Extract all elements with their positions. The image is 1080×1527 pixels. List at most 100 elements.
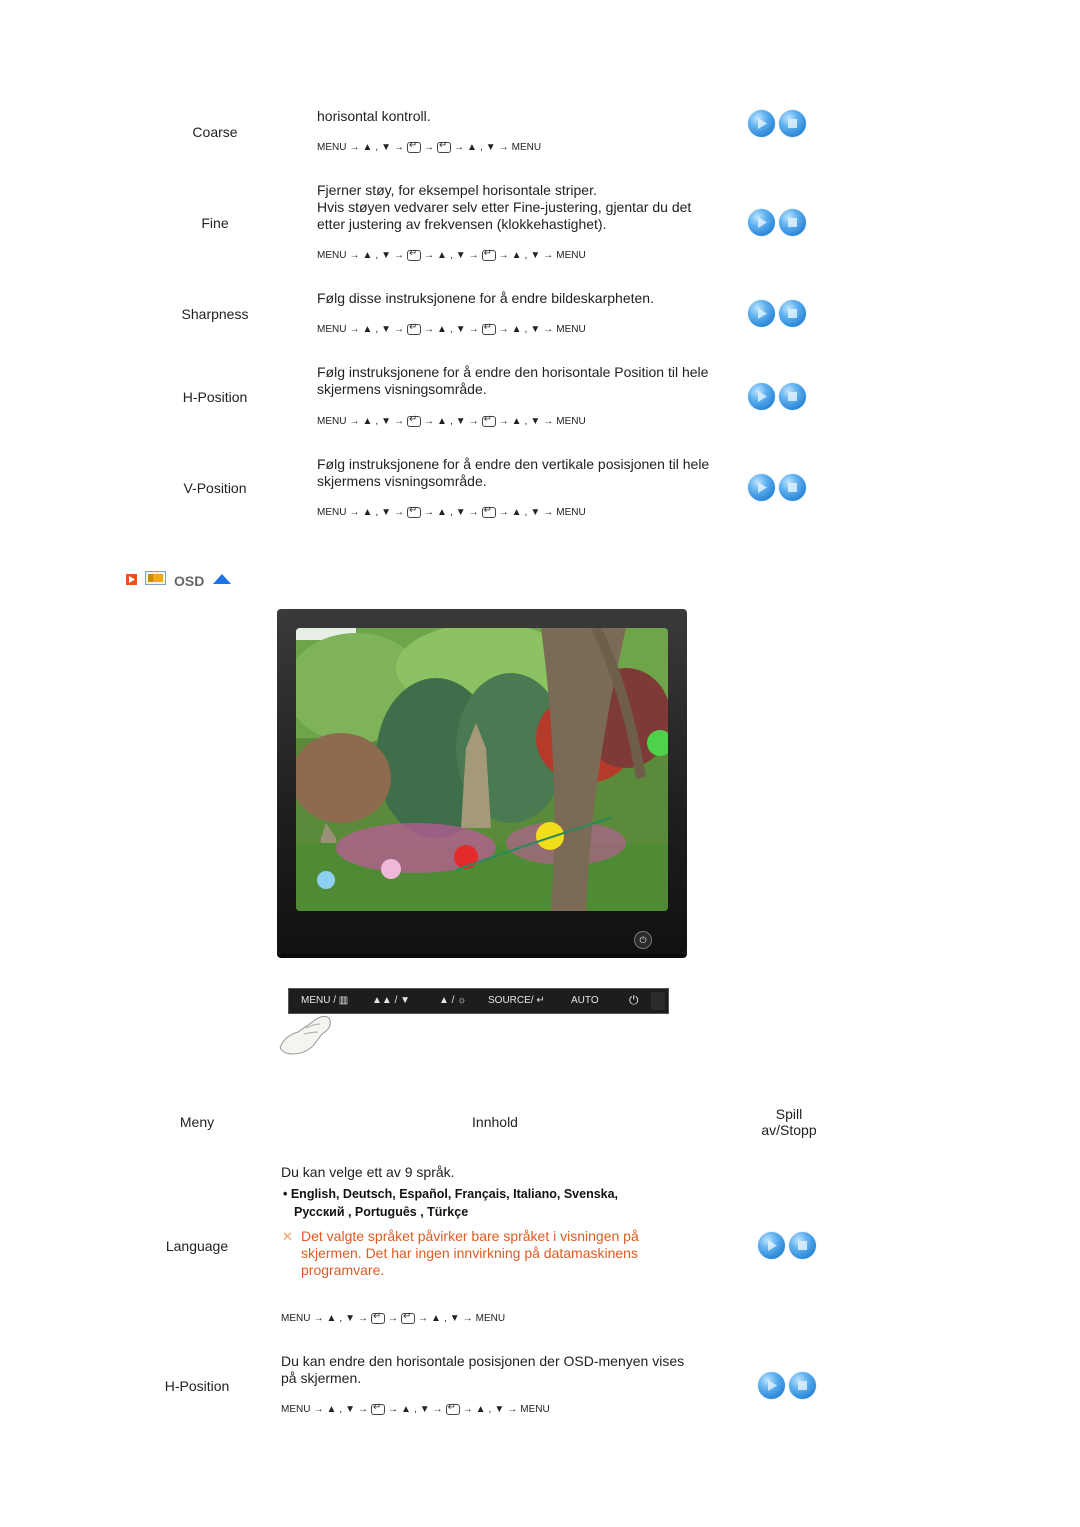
arrow-right-icon: → — [468, 250, 479, 261]
arrow-right-icon: → — [468, 507, 479, 518]
column-header-play-stop: Spill av/Stopp — [761, 1106, 817, 1138]
down-key-icon: ▼ — [381, 507, 392, 518]
stop-button[interactable] — [779, 383, 806, 410]
up-key-icon: ▲ — [326, 1404, 337, 1415]
play-button[interactable] — [748, 474, 775, 501]
arrow-right-icon: → — [432, 1404, 443, 1415]
stop-button[interactable] — [779, 474, 806, 501]
key-token: , — [449, 324, 453, 335]
up-key-icon: ▲ — [362, 250, 373, 261]
row-label-coarse: Coarse — [192, 124, 238, 140]
control-power-button[interactable]: ⏻ — [629, 993, 639, 1008]
key-token: , — [375, 416, 379, 427]
play-stop-buttons — [748, 300, 806, 327]
monitor-illustration: ⏻ — [277, 609, 687, 954]
row-label-h-position: H-Position — [182, 389, 248, 405]
osd-section-title: OSD — [174, 572, 205, 589]
arrow-right-icon: → — [462, 1313, 473, 1324]
arrow-right-icon: → — [349, 416, 360, 427]
arrow-right-icon: → — [349, 250, 360, 261]
language-list: • English, Deutsch, Español, Français, I… — [283, 1187, 619, 1219]
row-label-sharpness: Sharpness — [181, 306, 249, 322]
key-token: MENU — [475, 1313, 506, 1324]
enter-key-icon — [401, 1311, 416, 1324]
arrow-right-icon: → — [543, 507, 554, 518]
arrow-right-icon: → — [424, 507, 435, 518]
control-source-button[interactable]: SOURCE/ ↵ — [488, 995, 545, 1006]
row-desc-fine: Fjerner støy, for eksempel horisontale s… — [317, 182, 692, 232]
control-auto-button[interactable]: AUTO — [571, 995, 599, 1006]
enter-key-icon — [371, 1402, 386, 1415]
row-desc-osd-h-position: Du kan endre den horisontale posisjonen … — [281, 1353, 685, 1386]
enter-key-icon — [481, 248, 496, 261]
down-key-icon: ▼ — [381, 416, 392, 427]
control-up-brightness-button[interactable]: ▲ / ☼ — [439, 995, 466, 1006]
arrow-right-icon: → — [468, 416, 479, 427]
down-key-icon: ▼ — [530, 324, 541, 335]
up-key-icon: ▲ — [437, 250, 447, 261]
down-key-icon: ▼ — [455, 324, 466, 335]
play-button[interactable] — [748, 383, 775, 410]
monitor-screen-image — [296, 628, 668, 911]
key-sequence: MENU→▲,▼→→▲,▼→→▲,▼→MENU — [317, 414, 586, 427]
key-token: , — [524, 250, 528, 261]
arrow-right-icon: → — [498, 250, 509, 261]
play-button[interactable] — [748, 209, 775, 236]
arrow-right-icon: → — [498, 142, 509, 153]
row-desc-sharpness: Følg disse instruksjonene for å endre bi… — [317, 290, 654, 306]
down-key-icon: ▼ — [455, 507, 466, 518]
arrow-right-icon: → — [388, 1313, 399, 1324]
down-key-icon: ▼ — [455, 250, 466, 261]
language-note: ✕ Det valgte språket påvirker bare språk… — [282, 1228, 639, 1278]
control-brightness-down-button[interactable]: ▲▲ / ▼ — [372, 995, 410, 1006]
up-key-icon: ▲ — [431, 1313, 441, 1324]
key-sequence: MENU→▲,▼→→▲,▼→→▲,▼→MENU — [281, 1402, 550, 1415]
up-triangle-icon[interactable] — [212, 572, 232, 590]
stop-button[interactable] — [779, 300, 806, 327]
control-menu-button[interactable]: MENU / ▥ — [301, 995, 348, 1006]
play-stop-buttons — [748, 110, 806, 137]
stop-button[interactable] — [779, 209, 806, 236]
down-key-icon: ▼ — [381, 142, 392, 153]
down-key-icon: ▼ — [345, 1404, 356, 1415]
enter-key-icon — [371, 1311, 386, 1324]
arrow-right-icon: → — [507, 1404, 518, 1415]
enter-key-icon — [407, 248, 422, 261]
stop-button[interactable] — [789, 1232, 816, 1259]
key-token: MENU — [511, 142, 542, 153]
enter-key-icon — [407, 414, 422, 427]
key-token: MENU — [556, 416, 586, 427]
enter-key-icon — [407, 505, 422, 518]
arrow-right-icon: → — [358, 1313, 369, 1324]
enter-key-icon — [481, 322, 496, 335]
key-token: , — [413, 1404, 417, 1415]
stop-button[interactable] — [789, 1372, 816, 1399]
key-token: MENU — [317, 416, 347, 427]
row-label-fine: Fine — [201, 215, 229, 231]
arrow-right-icon: → — [543, 250, 554, 261]
arrow-right-icon: → — [543, 324, 554, 335]
play-button[interactable] — [758, 1372, 785, 1399]
down-key-icon: ▼ — [419, 1404, 430, 1415]
row-desc-h-position: Følg instruksjonene for å endre den hori… — [317, 364, 709, 397]
arrow-right-icon: → — [424, 416, 435, 427]
play-button[interactable] — [758, 1232, 785, 1259]
osd-section-header: OSD — [126, 571, 232, 590]
key-token: , — [479, 142, 483, 153]
key-token: , — [449, 416, 453, 427]
down-key-icon: ▼ — [530, 507, 541, 518]
hand-pointer-icon — [278, 1012, 334, 1063]
arrow-right-icon: → — [543, 416, 554, 427]
key-token: , — [449, 507, 453, 518]
play-stop-buttons — [758, 1232, 816, 1259]
play-stop-buttons — [748, 383, 806, 410]
up-key-icon: ▲ — [362, 324, 373, 335]
up-key-icon: ▲ — [326, 1313, 337, 1324]
play-button[interactable] — [748, 110, 775, 137]
enter-key-icon — [445, 1402, 460, 1415]
down-key-icon: ▼ — [485, 142, 496, 153]
play-button[interactable] — [748, 300, 775, 327]
key-sequence: MENU→▲,▼→→▲,▼→→▲,▼→MENU — [317, 322, 586, 335]
down-key-icon: ▼ — [494, 1404, 505, 1415]
stop-button[interactable] — [779, 110, 806, 137]
